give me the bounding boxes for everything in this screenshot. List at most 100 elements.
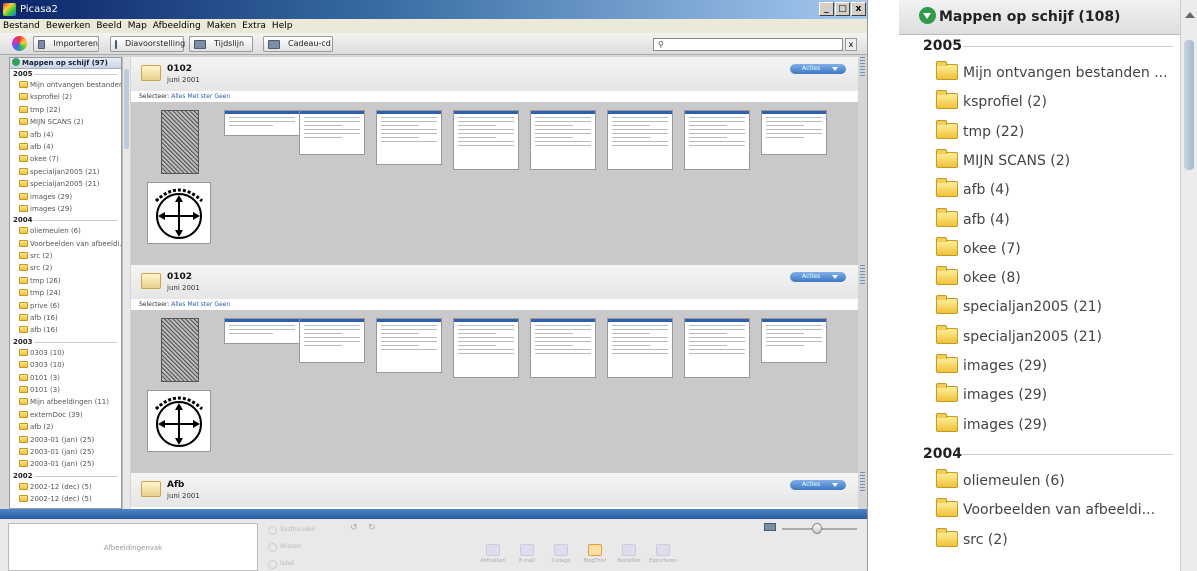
search-input[interactable]: ⚲ [653, 38, 843, 51]
folder-item[interactable]: tmp (22) [10, 104, 121, 116]
screenshot-thumbnail[interactable] [761, 110, 827, 155]
screenshot-thumbnail[interactable] [684, 318, 750, 378]
photo-thumbnail[interactable] [147, 390, 211, 452]
folder-item[interactable]: src (2) [936, 527, 1008, 550]
section-title[interactable]: Afb [167, 480, 184, 490]
folder-item[interactable]: prive (6) [10, 300, 121, 312]
folder-item[interactable]: images (29) [936, 412, 1047, 435]
folder-item[interactable]: 2003-01 (jan) (25) [10, 434, 121, 446]
select-all-link[interactable]: Alles [171, 301, 185, 308]
select-starred-link[interactable]: Met ster [188, 93, 213, 100]
sidebar-scrollbar[interactable] [122, 57, 130, 509]
label-button[interactable]: label [264, 557, 320, 570]
select-none-link[interactable]: Geen [214, 301, 230, 308]
scrollbar-thumb[interactable] [124, 69, 129, 149]
menu-item[interactable]: Help [272, 19, 293, 33]
folder-item[interactable]: okee (8) [936, 266, 1021, 288]
action-exporteren-button[interactable]: Exporteren [648, 544, 678, 564]
gift-cd-button[interactable]: Cadeau-cd [263, 36, 333, 52]
folder-item[interactable]: afb (4) [10, 141, 121, 153]
menu-item[interactable]: Beeld [96, 19, 121, 33]
action-bestellen-button[interactable]: Bestellen [614, 544, 644, 564]
folder-item[interactable]: afb (4) [936, 178, 1010, 200]
rotate-right-icon[interactable]: ↻ [368, 523, 376, 533]
folder-item[interactable]: Mijn ontvangen bestanden ... [936, 61, 1168, 83]
folder-item[interactable]: specialjan2005 (21) [10, 166, 121, 178]
zoomed-scrollbar[interactable] [1180, 0, 1197, 571]
photo-thumbnail[interactable] [147, 182, 211, 244]
folder-item[interactable]: tmp (24) [10, 287, 121, 299]
screenshot-thumbnail[interactable] [376, 110, 442, 165]
folder-item[interactable]: images (29) [936, 383, 1047, 405]
folder-item[interactable]: okee (7) [10, 153, 121, 165]
folder-item[interactable]: src (2) [10, 250, 121, 262]
folder-item[interactable]: 2002-12 (dec) (5) [10, 481, 121, 493]
folder-item[interactable]: Mijn afbeeldingen (11) [10, 396, 121, 408]
folder-item[interactable]: afb (16) [10, 312, 121, 324]
screenshot-thumbnail[interactable] [530, 110, 596, 170]
folder-item[interactable]: specialjan2005 (21) [936, 324, 1102, 347]
folder-item[interactable]: MIJN SCANS (2) [936, 148, 1070, 171]
collapse-toggle-icon[interactable] [919, 7, 936, 24]
menu-item[interactable]: Maken [207, 19, 236, 33]
folder-item[interactable]: afb (16) [10, 324, 121, 336]
folder-item[interactable]: 2002-12 (dec) (5) [10, 493, 121, 505]
action-collage-button[interactable]: Collage [546, 544, 576, 564]
folder-item[interactable]: oliemeulen (6) [936, 468, 1065, 491]
screenshot-thumbnail[interactable] [761, 318, 827, 363]
folder-item[interactable]: specialjan2005 (21) [10, 178, 121, 190]
photo-thumbnail[interactable] [161, 110, 199, 174]
folder-item[interactable]: ksprofiel (2) [936, 90, 1047, 112]
actions-button[interactable]: Acties [790, 480, 846, 490]
folder-item[interactable]: oliemeulen (6) [10, 225, 121, 237]
action-blogthis-button[interactable]: BlogThis! [580, 544, 610, 564]
hold-button[interactable]: Vasthouden [264, 523, 320, 536]
folder-item[interactable]: 2003-01 (jan) (25) [10, 446, 121, 458]
menu-item[interactable]: Extra [242, 19, 266, 33]
select-all-link[interactable]: Alles [171, 93, 185, 100]
zoom-slider[interactable] [782, 523, 857, 534]
palette-icon[interactable] [12, 36, 27, 51]
screenshot-thumbnail[interactable] [299, 318, 365, 363]
screenshot-thumbnail[interactable] [299, 110, 365, 155]
minimize-button[interactable]: _ [819, 2, 834, 16]
action-afdrukken-button[interactable]: Afdrukken [478, 544, 508, 564]
screenshot-thumbnail[interactable] [376, 318, 442, 373]
folder-item[interactable]: Voorbeelden van afbeeldi... [936, 498, 1155, 520]
folder-item[interactable]: 0101 (3) [10, 372, 121, 384]
action-email-button[interactable]: E-mail [512, 544, 542, 564]
screenshot-thumbnail[interactable] [224, 318, 300, 344]
screenshot-thumbnail[interactable] [684, 110, 750, 170]
folder-item[interactable]: 0303 (10) [10, 359, 121, 371]
screenshot-thumbnail[interactable] [224, 110, 300, 136]
timeline-button[interactable]: Tijdslijn [189, 36, 253, 52]
folder-item[interactable]: okee (7) [936, 236, 1021, 259]
menu-item[interactable]: Bestand [3, 19, 40, 33]
folder-item[interactable]: Voorbeelden van afbeeldi... [10, 238, 121, 250]
slideshow-button[interactable]: Diavoorstelling [110, 36, 185, 52]
folder-item[interactable]: tmp (26) [10, 275, 121, 287]
section-title[interactable]: 0102 [167, 64, 192, 74]
folder-item[interactable]: src (2) [10, 262, 121, 274]
actions-button[interactable]: Acties [790, 272, 846, 282]
folder-item[interactable]: afb (4) [10, 129, 121, 141]
folder-item[interactable]: ksprofiel (2) [10, 91, 121, 103]
content-scrollbar[interactable] [858, 57, 867, 509]
section-title[interactable]: 0102 [167, 272, 192, 282]
grip-handle[interactable] [860, 265, 865, 285]
zoomed-sidebar-header[interactable]: Mappen op schijf (108) [899, 0, 1197, 35]
folder-item[interactable]: afb (2) [10, 421, 121, 433]
folder-item[interactable]: MIJN SCANS (2) [10, 116, 121, 128]
select-none-link[interactable]: Geen [214, 93, 230, 100]
grip-handle[interactable] [860, 472, 865, 492]
folder-item[interactable]: 0303 (10) [10, 347, 121, 359]
grip-handle[interactable] [860, 57, 865, 77]
screenshot-thumbnail[interactable] [453, 110, 519, 170]
maximize-button[interactable]: □ [835, 2, 850, 16]
folder-item[interactable]: images (29) [10, 203, 121, 215]
photo-thumbnail[interactable] [161, 318, 199, 382]
rotate-left-icon[interactable]: ↺ [350, 523, 358, 533]
close-button[interactable]: x [851, 2, 866, 16]
screenshot-thumbnail[interactable] [530, 318, 596, 378]
image-tray[interactable]: Afbeeldingenvak [8, 523, 258, 571]
